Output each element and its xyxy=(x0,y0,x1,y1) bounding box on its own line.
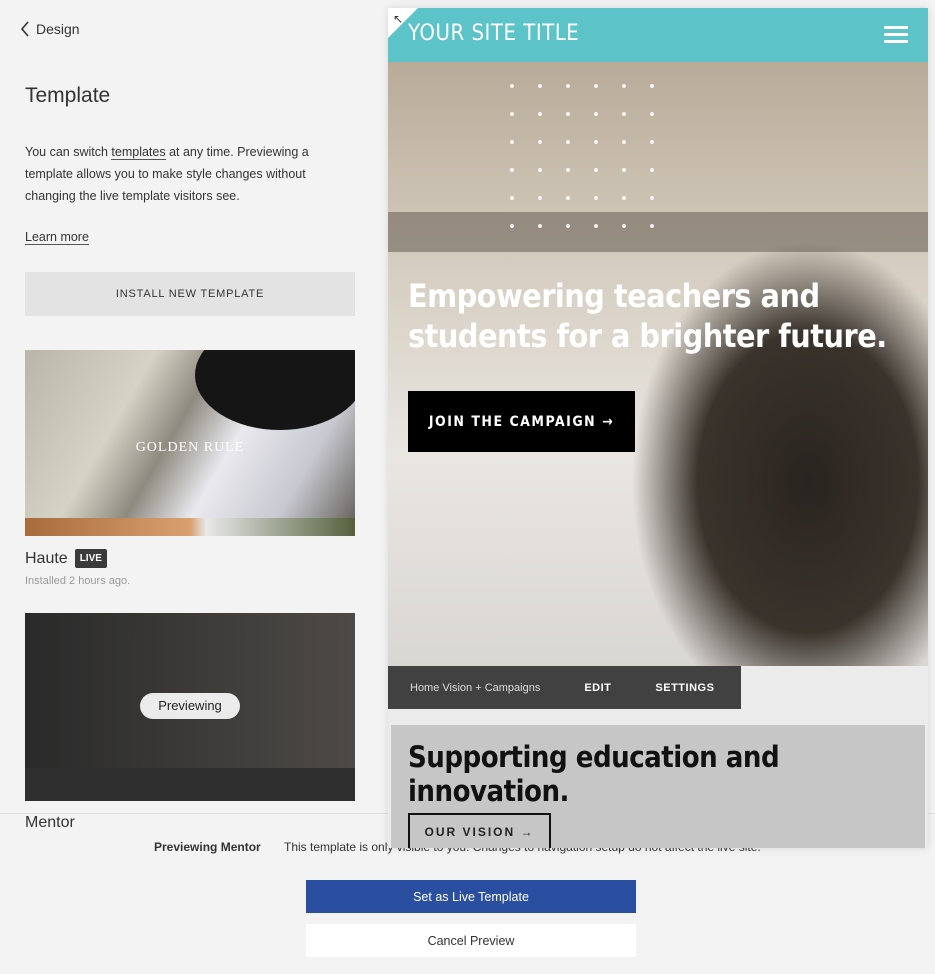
page-title: Template xyxy=(25,84,111,107)
hero-title: Empowering teachers and students for a b… xyxy=(408,277,887,355)
edit-toolbar: Home Vision + Campaigns EDIT SETTINGS xyxy=(388,666,741,709)
install-new-template-button[interactable]: INSTALL NEW TEMPLATE xyxy=(25,272,355,316)
chevron-left-icon xyxy=(20,21,29,37)
installed-time: Installed 2 hours ago. xyxy=(25,575,131,587)
live-badge: LIVE xyxy=(74,549,107,568)
template-thumbnail-haute[interactable]: GOLDEN RULE xyxy=(25,350,355,536)
back-label: Design xyxy=(36,21,80,37)
previewing-badge: Previewing xyxy=(140,693,240,719)
template-thumbnail-mentor[interactable]: Previewing xyxy=(25,613,355,801)
site-preview: YOUR SITE TITLE ↖ Empowering teachers an… xyxy=(388,8,928,848)
thumbnail-image xyxy=(25,768,355,801)
our-vision-button[interactable]: OUR VISION → xyxy=(408,813,551,848)
settings-button[interactable]: SETTINGS xyxy=(655,682,714,694)
hero-section: Empowering teachers and students for a b… xyxy=(388,62,928,666)
template-name: Haute LIVE xyxy=(25,549,107,568)
desc-text: You can switch xyxy=(25,145,112,159)
expand-icon[interactable]: ↖ xyxy=(393,12,403,26)
content-section: Supporting education and innovation. OUR… xyxy=(391,725,925,848)
learn-more-link[interactable]: Learn more xyxy=(25,230,89,245)
templates-link[interactable]: templates xyxy=(111,145,166,160)
hero-image xyxy=(498,72,668,242)
set-live-template-button[interactable]: Set as Live Template xyxy=(306,880,636,913)
cancel-preview-button[interactable]: Cancel Preview xyxy=(306,924,636,957)
menu-icon[interactable] xyxy=(884,26,908,44)
page-name[interactable]: Home Vision + Campaigns xyxy=(410,682,540,694)
previewing-label: Previewing Mentor xyxy=(154,840,261,854)
thumbnail-image xyxy=(25,613,355,768)
thumbnail-image xyxy=(195,350,355,430)
site-title[interactable]: YOUR SITE TITLE xyxy=(408,21,579,46)
site-header: YOUR SITE TITLE xyxy=(388,8,928,62)
join-campaign-button[interactable]: JOIN THE CAMPAIGN → xyxy=(408,391,635,452)
thumbnail-text: GOLDEN RULE xyxy=(135,440,245,455)
template-name: Mentor xyxy=(25,814,75,831)
edit-button[interactable]: EDIT xyxy=(584,682,611,694)
thumbnail-image xyxy=(25,518,355,536)
description: You can switch templates at any time. Pr… xyxy=(25,141,345,207)
section-title: Supporting education and innovation. xyxy=(408,740,780,808)
back-button[interactable]: Design xyxy=(20,21,80,37)
template-name-label: Haute xyxy=(25,549,68,567)
